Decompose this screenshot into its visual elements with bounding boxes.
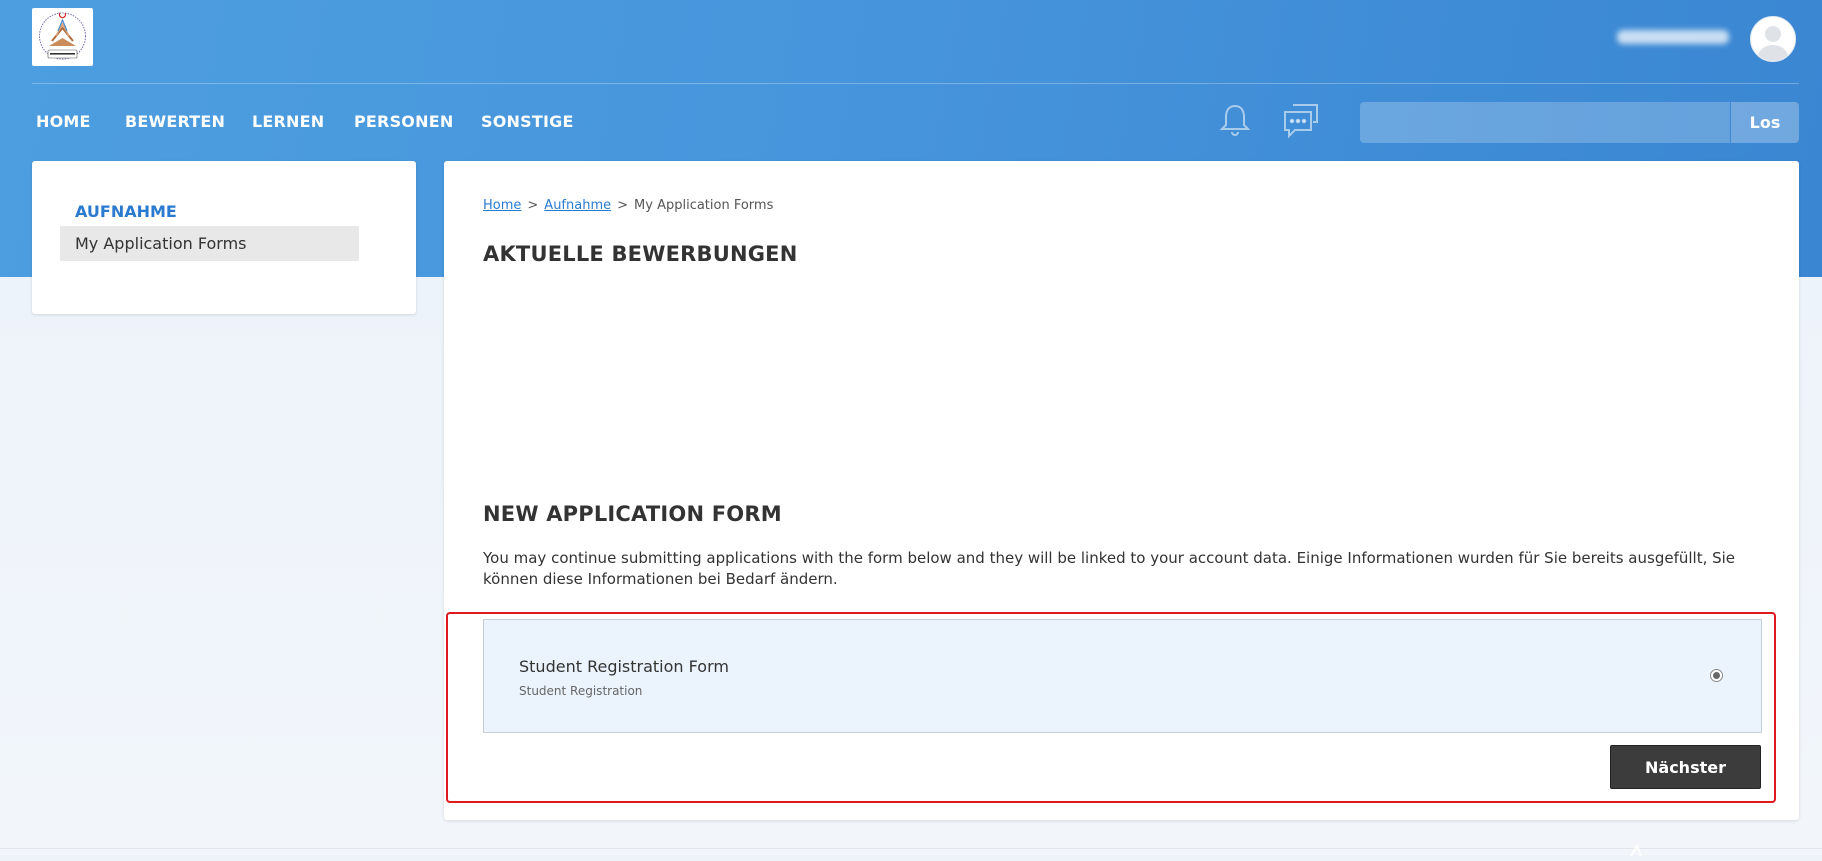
breadcrumb-separator: > [527, 198, 539, 213]
search-button[interactable]: Los [1731, 102, 1799, 143]
form-option-radio[interactable] [1710, 669, 1723, 682]
cursor-icon [1630, 842, 1644, 857]
main-content-card: Home > Aufnahme > My Application Forms AKTUE… [444, 161, 1799, 820]
chat-icon[interactable] [1281, 100, 1321, 140]
breadcrumb-current: My Application Forms [634, 198, 774, 213]
search-input[interactable] [1360, 102, 1730, 143]
school-logo-icon[interactable] [32, 8, 93, 66]
breadcrumb-aufnahme-link[interactable]: Aufnahme [544, 198, 611, 213]
next-button[interactable]: Nächster [1610, 745, 1761, 789]
footer-divider [0, 848, 1822, 849]
application-form-option[interactable]: Student Registration Form Student Regist… [483, 619, 1762, 733]
nav-home[interactable]: HOME [36, 112, 91, 131]
user-avatar-icon[interactable] [1750, 16, 1796, 62]
nav-personen[interactable]: PERSONEN [354, 112, 453, 131]
breadcrumb-home-link[interactable]: Home [483, 198, 521, 213]
header-divider [32, 83, 1799, 84]
nav-sonstige[interactable]: SONSTIGE [481, 112, 574, 131]
bell-icon[interactable] [1215, 100, 1255, 140]
form-option-subtitle: Student Registration [519, 684, 643, 698]
current-applications-title: AKTUELLE BEWERBUNGEN [483, 242, 798, 266]
breadcrumb-separator: > [617, 198, 629, 213]
sidebar-heading-aufnahme[interactable]: AUFNAHME [75, 202, 177, 221]
new-application-title: NEW APPLICATION FORM [483, 502, 782, 526]
nav-lernen[interactable]: LERNEN [252, 112, 324, 131]
breadcrumb: Home > Aufnahme > My Application Forms [483, 198, 773, 213]
sidebar-item-my-application-forms[interactable]: My Application Forms [60, 226, 359, 261]
nav-bewerten[interactable]: BEWERTEN [125, 112, 225, 131]
username-redacted [1617, 30, 1729, 44]
sidebar-card: AUFNAHME My Application Forms [32, 161, 416, 314]
form-option-title: Student Registration Form [519, 657, 729, 676]
new-application-description: You may continue submitting applications… [483, 549, 1736, 588]
